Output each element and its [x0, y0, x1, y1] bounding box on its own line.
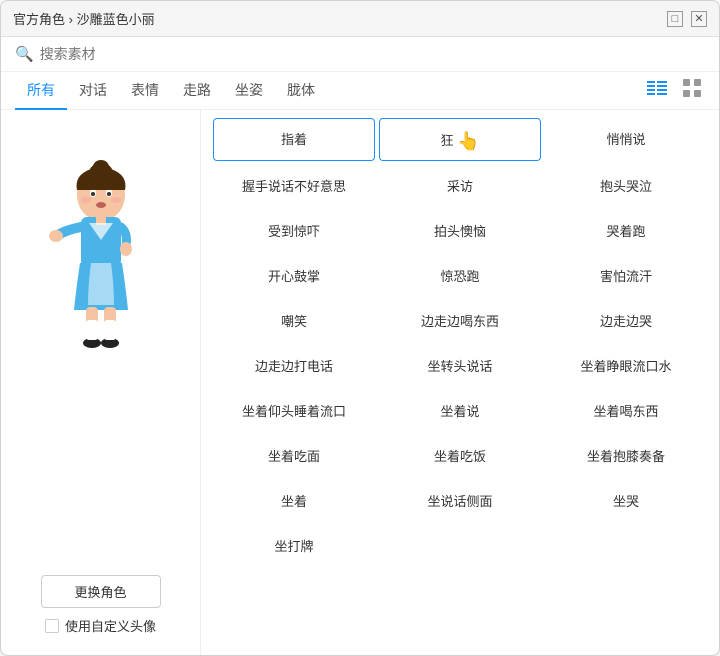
minimize-button[interactable]: □: [667, 11, 683, 27]
left-bottom: 更换角色 使用自定义头像: [11, 575, 190, 645]
action-item-a14[interactable]: 边走边喝东西: [379, 300, 541, 341]
action-item-a7[interactable]: 受到惊吓: [213, 210, 375, 251]
grid-view-button[interactable]: [679, 77, 705, 104]
action-item-a4[interactable]: 握手说话不好意思: [213, 165, 375, 206]
change-role-button[interactable]: 更换角色: [41, 575, 161, 608]
action-item-a2[interactable]: 狂 👆: [379, 118, 541, 161]
action-item-a3[interactable]: 悄悄说: [545, 118, 707, 161]
action-item-a20[interactable]: 坐着说: [379, 390, 541, 431]
action-item-a19[interactable]: 坐着仰头睡着流口: [213, 390, 375, 431]
breadcrumb-part1: 官方角色: [13, 12, 65, 27]
main-window: 官方角色 › 沙雕蓝色小丽 □ ✕ 🔍 所有 对话 表情 走路 坐姿 胧体: [0, 0, 720, 656]
action-item-a21[interactable]: 坐着喝东西: [545, 390, 707, 431]
action-item-a9[interactable]: 哭着跑: [545, 210, 707, 251]
search-bar: 🔍: [1, 37, 719, 72]
action-item-a16[interactable]: 边走边打电话: [213, 345, 375, 386]
search-input[interactable]: [40, 46, 240, 62]
action-grid: 指着 狂 👆 悄悄说 握手说话不好意思 采访 抱头哭泣: [213, 118, 707, 566]
action-item-a24[interactable]: 坐着抱膝奏备: [545, 435, 707, 476]
action-item-a10[interactable]: 开心鼓掌: [213, 255, 375, 296]
action-item-a6[interactable]: 抱头哭泣: [545, 165, 707, 206]
view-mode-controls: [643, 77, 705, 104]
action-item-a15[interactable]: 边走边哭: [545, 300, 707, 341]
action-item-a17[interactable]: 坐转头说话: [379, 345, 541, 386]
search-icon: 🔍: [15, 45, 34, 63]
action-item-a13[interactable]: 嘲笑: [213, 300, 375, 341]
action-item-a1[interactable]: 指着: [213, 118, 375, 161]
action-item-a28[interactable]: 坐打牌: [213, 525, 375, 566]
breadcrumb: 官方角色 › 沙雕蓝色小丽: [13, 9, 155, 28]
tab-posture[interactable]: 坐姿: [223, 72, 275, 110]
right-panel[interactable]: 指着 狂 👆 悄悄说 握手说话不好意思 采访 抱头哭泣: [201, 110, 719, 655]
custom-avatar-label: 使用自定义头像: [65, 616, 156, 635]
tab-all[interactable]: 所有: [15, 72, 67, 110]
breadcrumb-sep: ›: [69, 12, 77, 27]
left-panel: 更换角色 使用自定义头像: [1, 110, 201, 655]
action-item-a27[interactable]: 坐哭: [545, 480, 707, 521]
action-item-a8[interactable]: 拍头懊恼: [379, 210, 541, 251]
cursor-hand-icon: 👆: [457, 131, 479, 152]
content-area: 更换角色 使用自定义头像 指着 狂 👆 悄悄说: [1, 110, 719, 655]
action-item-a12[interactable]: 害怕流汗: [545, 255, 707, 296]
action-item-a26[interactable]: 坐说话侧面: [379, 480, 541, 521]
list-view-button[interactable]: [643, 78, 671, 103]
window-controls: □ ✕: [667, 11, 707, 27]
tabs-bar: 所有 对话 表情 走路 坐姿 胧体: [1, 72, 719, 110]
action-item-a18[interactable]: 坐着睁眼流口水: [545, 345, 707, 386]
action-item-a25[interactable]: 坐着: [213, 480, 375, 521]
character-illustration: [31, 140, 171, 380]
tab-walk[interactable]: 走路: [171, 72, 223, 110]
action-item-a22[interactable]: 坐着吃面: [213, 435, 375, 476]
title-bar: 官方角色 › 沙雕蓝色小丽 □ ✕: [1, 1, 719, 37]
action-item-a11[interactable]: 惊恐跑: [379, 255, 541, 296]
action-item-a5[interactable]: 采访: [379, 165, 541, 206]
tab-body[interactable]: 胧体: [275, 72, 327, 110]
action-item-a23[interactable]: 坐着吃饭: [379, 435, 541, 476]
custom-avatar-row: 使用自定义头像: [45, 616, 156, 635]
custom-avatar-checkbox[interactable]: [45, 619, 59, 633]
tab-dialogue[interactable]: 对话: [67, 72, 119, 110]
breadcrumb-part2: 沙雕蓝色小丽: [77, 12, 155, 27]
tab-expression[interactable]: 表情: [119, 72, 171, 110]
close-button[interactable]: ✕: [691, 11, 707, 27]
